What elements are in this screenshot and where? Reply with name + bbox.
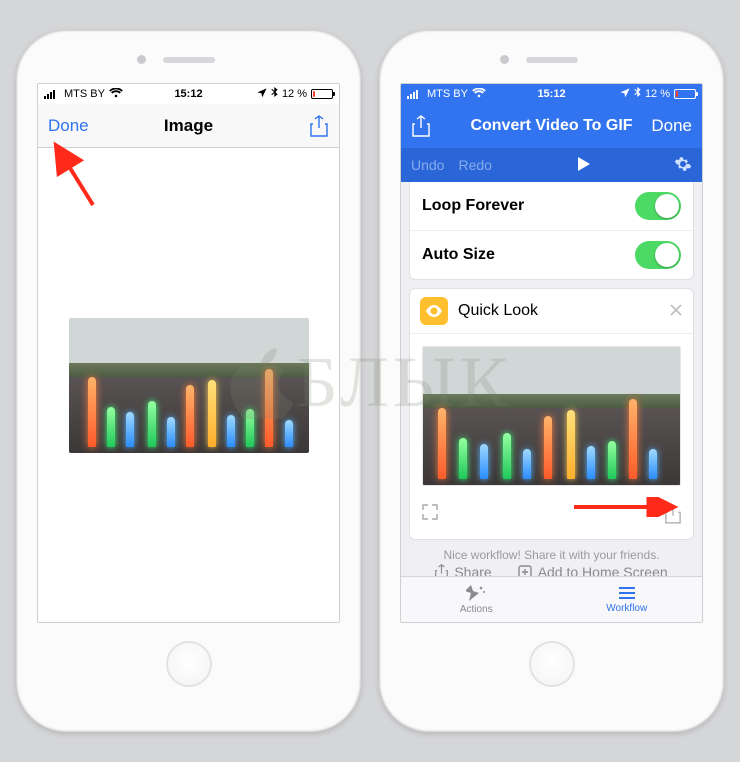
carrier-label: MTS BY — [64, 88, 105, 100]
image-viewer[interactable] — [38, 148, 339, 622]
front-camera — [137, 55, 146, 64]
share-row: Share Add to Home Screen — [401, 564, 702, 576]
add-home-label: Add to Home Screen — [538, 564, 668, 576]
setting-label: Loop Forever — [422, 197, 524, 215]
nav-title: Image — [102, 116, 275, 136]
workflow-body: Loop Forever Auto Size Quick Look — [401, 182, 702, 576]
tab-bar: Actions Workflow — [401, 576, 702, 622]
toggle-autosize[interactable] — [635, 241, 681, 269]
wifi-icon — [472, 88, 486, 101]
share-preview-icon[interactable] — [665, 504, 681, 529]
battery-icon — [674, 89, 696, 99]
expand-icon[interactable] — [422, 504, 438, 529]
iphone-left: MTS BY 15:12 12 % — [16, 30, 361, 732]
nav-title: Convert Video To GIF — [465, 117, 638, 135]
tab-label: Actions — [460, 604, 493, 615]
share-icon[interactable] — [411, 116, 431, 136]
wifi-icon — [109, 88, 123, 101]
bluetooth-icon — [271, 87, 278, 101]
redo-button[interactable]: Redo — [458, 157, 491, 173]
preview-image — [69, 318, 309, 453]
play-button[interactable] — [506, 156, 660, 175]
setting-autosize: Auto Size — [410, 230, 693, 279]
toggle-loop[interactable] — [635, 192, 681, 220]
location-icon — [257, 88, 267, 101]
done-button[interactable]: Done — [48, 116, 89, 136]
quick-look-card: Quick Look — [409, 288, 694, 540]
battery-label: 12 % — [645, 88, 670, 100]
setting-loop: Loop Forever — [410, 182, 693, 230]
front-camera — [500, 55, 509, 64]
earpiece-speaker — [163, 57, 215, 63]
quick-look-image[interactable] — [422, 346, 681, 486]
share-icon[interactable] — [309, 116, 329, 136]
clock-label: 15:12 — [537, 88, 565, 100]
clock-label: 15:12 — [174, 88, 202, 100]
home-button[interactable] — [529, 641, 575, 687]
signal-icon — [407, 89, 423, 99]
home-button[interactable] — [166, 641, 212, 687]
workflow-toolbar: Undo Redo — [401, 148, 702, 182]
share-hint: Nice workflow! Share it with your friend… — [401, 548, 702, 562]
bluetooth-icon — [634, 87, 641, 101]
undo-button[interactable]: Undo — [411, 157, 444, 173]
share-button[interactable]: Share — [435, 564, 491, 576]
battery-label: 12 % — [282, 88, 307, 100]
quick-look-title: Quick Look — [458, 302, 659, 320]
iphone-right: MTS BY 15:12 12 % — [379, 30, 724, 732]
battery-icon — [311, 89, 333, 99]
carrier-label: MTS BY — [427, 88, 468, 100]
tab-actions[interactable]: Actions — [401, 577, 552, 622]
earpiece-speaker — [526, 57, 578, 63]
gear-icon[interactable] — [674, 155, 692, 176]
signal-icon — [44, 89, 60, 99]
add-home-button[interactable]: Add to Home Screen — [518, 564, 668, 576]
done-button[interactable]: Done — [651, 116, 692, 136]
tab-label: Workflow — [606, 603, 647, 614]
setting-label: Auto Size — [422, 246, 495, 264]
share-label: Share — [454, 564, 491, 576]
tab-workflow[interactable]: Workflow — [552, 577, 703, 622]
eye-icon — [420, 297, 448, 325]
status-bar: MTS BY 15:12 12 % — [401, 84, 702, 104]
navbar-workflow: Convert Video To GIF Done — [401, 104, 702, 148]
screen-left: MTS BY 15:12 12 % — [37, 83, 340, 623]
status-bar: MTS BY 15:12 12 % — [38, 84, 339, 104]
close-icon[interactable] — [669, 301, 683, 322]
navbar-image: Done Image — [38, 104, 339, 148]
location-icon — [620, 88, 630, 101]
screen-right: MTS BY 15:12 12 % — [400, 83, 703, 623]
